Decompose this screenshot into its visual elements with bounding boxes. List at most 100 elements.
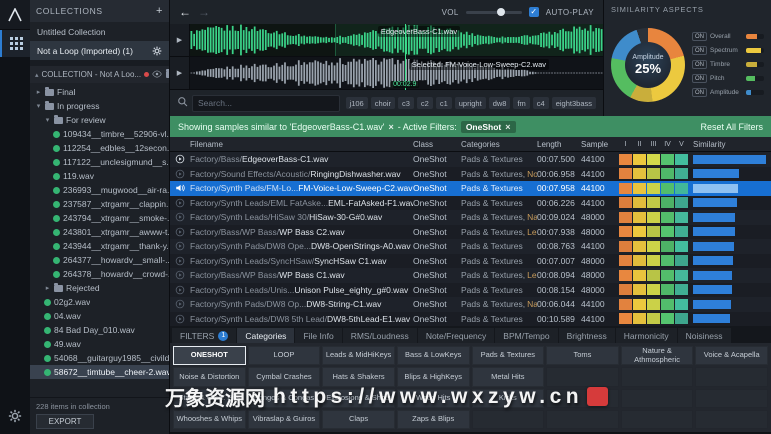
aspect-on-toggle[interactable]: ON: [692, 46, 707, 55]
aspect-weight-slider[interactable]: [746, 90, 764, 95]
table-row[interactable]: Factory/Synth Leads/HiSaw 30/HiSaw-30-G#…: [170, 210, 771, 225]
category-button-noise-distortion[interactable]: Noise & Distortion: [173, 367, 246, 387]
row-play-icon[interactable]: [170, 285, 190, 295]
tag-eight3bass[interactable]: eight3bass: [551, 97, 596, 109]
category-button-stabs-orch-hits[interactable]: Stabs & Orch. Hits: [173, 388, 246, 408]
tab-noisiness[interactable]: Noisiness: [677, 328, 731, 343]
tree-file-item[interactable]: 243794__xtrgamr__smoke-...: [30, 211, 169, 225]
tab-filters[interactable]: FILTERS 1: [172, 328, 237, 343]
tree-arrow-icon[interactable]: ▾: [44, 116, 51, 124]
category-button-vibraslap-guiros[interactable]: Vibraslap & Guiros: [247, 409, 321, 429]
category-button-toms[interactable]: Toms: [546, 346, 619, 366]
column-class[interactable]: Class: [413, 140, 461, 149]
column-length[interactable]: Length: [537, 140, 581, 149]
row-play-icon[interactable]: [170, 212, 190, 222]
tag-c2[interactable]: c2: [416, 97, 433, 109]
table-row[interactable]: Factory/Synth Leads/EML FatAske...EML-Fa…: [170, 195, 771, 210]
tree-file-item[interactable]: 109434__timbre__52906-vl...: [30, 127, 169, 141]
tag-c3[interactable]: c3: [397, 97, 414, 109]
tree-file-item[interactable]: 236993__mugwood__air-ra...: [30, 183, 169, 197]
tree-file-item[interactable]: 243801__xtrgamr__awww-t...: [30, 225, 169, 239]
autoplay-checkbox[interactable]: ✓: [528, 7, 539, 17]
aspect-on-toggle[interactable]: ON: [692, 32, 707, 41]
aspect-on-toggle[interactable]: ON: [692, 88, 707, 97]
table-row[interactable]: Factory/Synth Pads/FM-Lo...FM-Voice-Low-…: [170, 181, 771, 196]
tree-folder-item[interactable]: ▾ For review: [30, 113, 169, 127]
clear-similarity-icon[interactable]: ×: [389, 122, 394, 132]
tree-file-item[interactable]: 04.wav: [30, 309, 169, 323]
tree-file-item[interactable]: 49.wav: [30, 337, 169, 351]
table-row[interactable]: Factory/Synth Pads/DW8 Ope...DW8-OpenStr…: [170, 239, 771, 254]
tab-note-frequency[interactable]: Note/Frequency: [417, 328, 495, 343]
waveform-reference-row[interactable]: ▶ EdgeoverBass-C1.wav: [170, 24, 603, 57]
aspect-weight-slider[interactable]: [746, 34, 764, 39]
category-button-bongos-congas[interactable]: Bongos & Congas: [247, 388, 321, 408]
tab-harmonicity[interactable]: Harmonicity: [615, 328, 677, 343]
category-button-oneshot[interactable]: ONESHOT: [173, 346, 246, 366]
category-button-explosions-shots[interactable]: Explosions & Shots: [322, 388, 395, 408]
tree-arrow-icon[interactable]: ▸: [44, 284, 51, 292]
tree-file-item[interactable]: 243944__xtrgamr__thank-y...: [30, 239, 169, 253]
aspect-weight-slider[interactable]: [746, 62, 764, 67]
category-button-pads-textures[interactable]: Pads & Textures: [471, 346, 545, 366]
tree-file-item[interactable]: 54068__guitarguy1985__civild...: [30, 351, 169, 365]
tree-folder-item[interactable]: ▾ In progress: [30, 99, 169, 113]
row-play-icon[interactable]: [170, 314, 190, 324]
row-play-icon[interactable]: [170, 227, 190, 237]
remove-filter-icon[interactable]: ×: [505, 122, 510, 132]
table-row[interactable]: Factory/Sound Effects/Acoustic/RingingDi…: [170, 166, 771, 181]
tree-folder-item[interactable]: ▸ Final: [30, 85, 169, 99]
tree-file-item[interactable]: 237587__xtrgamr__clappin...: [30, 197, 169, 211]
tag-j106[interactable]: j106: [345, 97, 368, 109]
aspect-weight-slider[interactable]: [746, 76, 764, 81]
category-button-leads-midhikeys[interactable]: Leads & MidHiKeys: [322, 346, 395, 366]
search-input[interactable]: [192, 94, 340, 112]
tag-c1[interactable]: c1: [435, 97, 452, 109]
tree-file-item[interactable]: 264377__howardv__small-...: [30, 253, 169, 267]
row-play-icon[interactable]: [170, 270, 190, 280]
column-categories[interactable]: Categories: [461, 140, 537, 149]
collection-item-not-a-loop[interactable]: Not a Loop (Imported) (1): [30, 41, 169, 60]
category-button-claps[interactable]: Claps: [322, 409, 395, 429]
row-play-icon[interactable]: [170, 154, 190, 164]
export-button[interactable]: EXPORT: [36, 414, 94, 429]
tree-file-item[interactable]: 264378__howardv__crowd-...: [30, 267, 169, 281]
settings-button[interactable]: [0, 402, 30, 429]
tree-file-item[interactable]: 58672__timtube__cheer-2.wav: [30, 365, 169, 379]
eye-icon[interactable]: [152, 70, 162, 80]
browser-view-button[interactable]: [0, 30, 30, 57]
row-play-icon[interactable]: [170, 256, 190, 266]
play-selected-button[interactable]: ▶: [170, 57, 190, 89]
tab-file-info[interactable]: File Info: [295, 328, 342, 343]
add-collection-button[interactable]: +: [156, 5, 163, 17]
category-button-voice-acapella[interactable]: Voice & Acapella: [695, 346, 768, 366]
table-row[interactable]: Factory/Synth Leads/SyncHSaw/SyncHSaw C1…: [170, 253, 771, 268]
column-aspects[interactable]: I II III IV V: [619, 141, 693, 148]
filter-chip-oneshot[interactable]: OneShot ×: [460, 120, 516, 133]
tag-dw8[interactable]: dw8: [488, 97, 511, 109]
tree-file-item[interactable]: 112254__edbles__12secon...: [30, 141, 169, 155]
category-button-cymbal-crashes[interactable]: Cymbal Crashes: [247, 367, 321, 387]
category-button-whooshes-whips[interactable]: Whooshes & Whips: [173, 409, 246, 429]
collection-settings-icon[interactable]: [152, 46, 162, 56]
category-button-kicks[interactable]: Kicks: [471, 388, 545, 408]
aspect-on-toggle[interactable]: ON: [692, 60, 707, 69]
category-button-hats-shakers[interactable]: Hats & Shakers: [322, 367, 395, 387]
volume-knob[interactable]: [496, 8, 505, 16]
category-button-bass-lowkeys[interactable]: Bass & LowKeys: [396, 346, 470, 366]
tab-rms-loudness[interactable]: RMS/Loudness: [342, 328, 417, 343]
row-play-icon[interactable]: [170, 198, 190, 208]
table-row[interactable]: Factory/Bass/WP Bass/WP Bass C1.wav OneSh…: [170, 268, 771, 283]
speaker-icon[interactable]: [170, 183, 190, 193]
forward-button[interactable]: →: [198, 5, 210, 19]
column-similarity[interactable]: Similarity: [693, 140, 771, 149]
collection-item-untitled[interactable]: Untitled Collection: [30, 22, 169, 41]
tree-arrow-icon[interactable]: ▾: [35, 102, 42, 110]
column-filename[interactable]: Filename: [190, 140, 413, 149]
tab-bpm-tempo[interactable]: BPM/Tempo: [495, 328, 558, 343]
similarity-donut-chart[interactable]: Amplitude 25%: [611, 27, 685, 102]
category-button-blips-highkeys[interactable]: Blips & HighKeys: [396, 367, 470, 387]
tag-choir[interactable]: choir: [370, 97, 395, 109]
table-row[interactable]: Factory/Bass/EdgeoverBass-C1.wav OneShot P…: [170, 152, 771, 167]
tree-file-item[interactable]: 02g2.wav: [30, 295, 169, 309]
